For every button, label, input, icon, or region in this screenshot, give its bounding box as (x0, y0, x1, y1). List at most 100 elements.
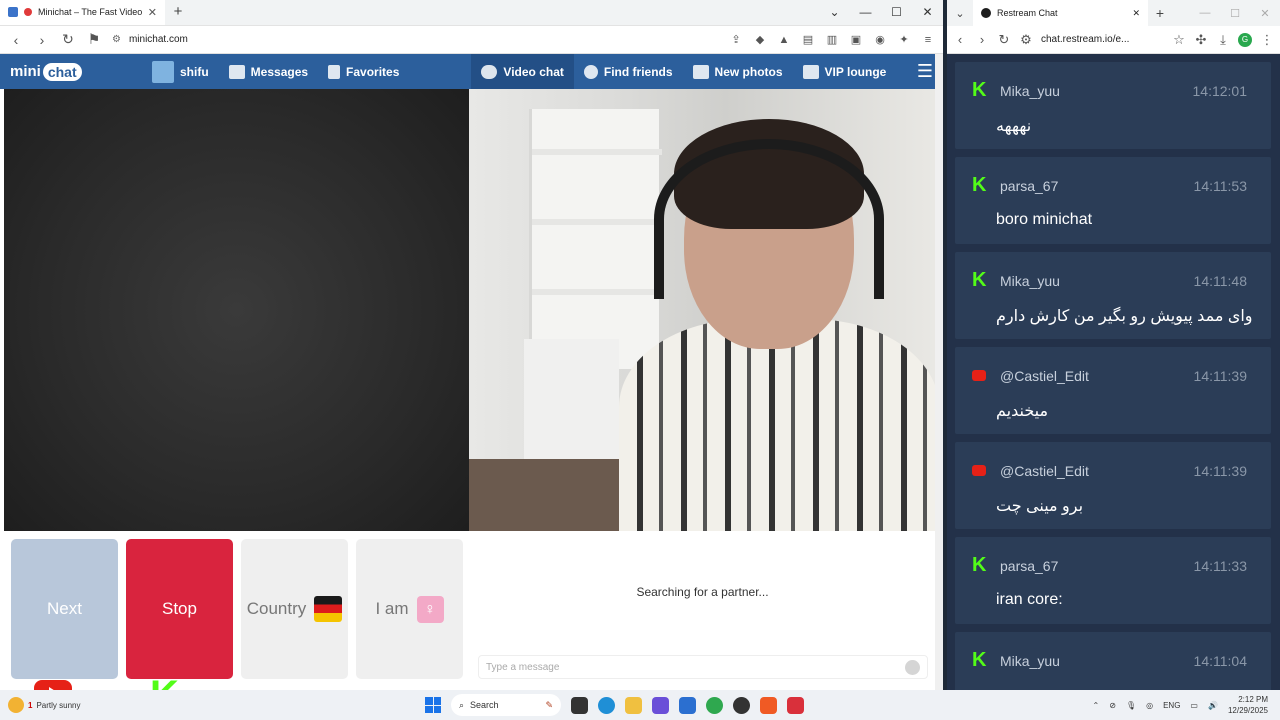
share-icon[interactable]: ⇪ (729, 33, 743, 46)
star-icon[interactable]: ☆ (1172, 32, 1186, 48)
gender-selector[interactable]: I am ♀ (356, 539, 463, 679)
logo-text-chat: chat (42, 62, 82, 81)
bookmark-icon[interactable]: ⚑ (86, 31, 102, 48)
brave-icon[interactable] (760, 696, 777, 714)
forward-icon[interactable]: › (34, 32, 50, 48)
site-settings-icon[interactable]: ⚙ (112, 34, 121, 45)
rug (469, 459, 619, 531)
microphone-icon[interactable]: 🎙 (1126, 701, 1136, 710)
nav-vip-lounge[interactable]: VIP lounge (793, 54, 897, 89)
clock-date: 12/29/2025 (1227, 706, 1268, 715)
taskbar-search[interactable]: ⌕ Search ✎ (451, 694, 561, 716)
hamburger-menu-icon[interactable]: ☰ (917, 62, 933, 80)
username-label: shifu (180, 64, 209, 79)
close-window-icon[interactable]: ✕ (912, 0, 943, 25)
leo-ai-icon[interactable]: ✦ (897, 33, 911, 46)
close-tab-icon[interactable]: ✕ (148, 6, 157, 19)
emoji-icon[interactable] (905, 659, 920, 675)
obs-icon[interactable] (733, 696, 750, 714)
next-button[interactable]: Next (11, 539, 118, 679)
new-tab-button[interactable]: + (165, 0, 191, 25)
store-icon[interactable] (679, 696, 696, 714)
kick-logo-icon: K (972, 79, 987, 101)
display-icon[interactable]: ▭ (1190, 701, 1198, 710)
vpn-icon[interactable]: ◉ (873, 33, 887, 46)
location-icon[interactable]: ◎ (1146, 701, 1153, 710)
reload-icon[interactable]: ↻ (997, 32, 1011, 48)
left-tab-bar: Minichat – The Fast Video Ch ✕ + ⌄ — ☐ ✕ (0, 0, 943, 26)
minimize-icon[interactable]: — (1190, 7, 1220, 19)
maximize-icon[interactable]: ☐ (881, 0, 912, 25)
tab-list-icon[interactable]: ⌄ (947, 7, 973, 20)
network-off-icon[interactable]: ⊘ (1109, 701, 1116, 710)
copilot-icon[interactable] (652, 696, 669, 714)
maximize-icon[interactable]: ☐ (1220, 7, 1250, 20)
tray-chevron-icon[interactable]: ⌃ (1093, 701, 1100, 710)
kebab-menu-icon[interactable]: ⋮ (1260, 32, 1274, 48)
wallet-icon[interactable]: ▣ (849, 33, 863, 46)
clock-time: 2:12 PM (1238, 695, 1268, 704)
tab-title: Restream Chat (997, 8, 1058, 18)
nav-find-friends[interactable]: Find friends (574, 54, 683, 89)
nav-find-friends-label: Find friends (603, 64, 673, 79)
back-icon[interactable]: ‹ (8, 32, 24, 48)
profile-avatar[interactable]: G (1238, 32, 1252, 47)
language-indicator[interactable]: ENG (1163, 701, 1180, 710)
url-text[interactable]: chat.restream.io/e... (1041, 34, 1164, 45)
nav-video-chat[interactable]: Video chat (471, 54, 574, 89)
pdf-icon[interactable] (787, 696, 804, 714)
windows-start-icon[interactable] (425, 697, 441, 713)
url-field[interactable]: ⚙ minichat.com (112, 34, 719, 45)
chat-username: Mika_yuu (1000, 653, 1060, 669)
download-icon[interactable]: ⤓ (1216, 32, 1230, 48)
page-scrollbar[interactable] (935, 54, 943, 690)
chat-message-list: K Mika_yuu 14:12:01 نهههه Kparsa_67 14:11:53 b… (955, 62, 1271, 720)
close-tab-icon[interactable]: ✕ (1132, 8, 1140, 19)
minichat-logo[interactable]: mini chat (0, 62, 82, 81)
rewards-icon[interactable]: ▲ (777, 34, 791, 46)
extensions-icon[interactable]: ✣ (1194, 32, 1208, 48)
tab-favicon-icon (8, 7, 18, 17)
chat-text: میخندیم (996, 403, 1049, 420)
brave-shield-icon[interactable]: ◆ (753, 33, 767, 46)
site-settings-icon[interactable]: ⚙ (1019, 32, 1033, 48)
window-controls: ⌄ — ☐ ✕ (819, 0, 943, 25)
forward-icon[interactable]: › (975, 32, 989, 47)
nav-new-photos[interactable]: New photos (683, 54, 793, 89)
weather-widget[interactable]: 1 Partly sunny (0, 697, 160, 713)
system-tray: ⌃ ⊘ 🎙 ◎ ENG ▭ 🔊 2:12 PM 12/29/2025 (1093, 690, 1268, 720)
tab-minichat[interactable]: Minichat – The Fast Video Ch ✕ (0, 0, 165, 25)
bookshelf (529, 109, 662, 369)
chrome-icon[interactable] (706, 696, 723, 714)
volume-icon[interactable]: 🔊 (1208, 701, 1218, 710)
close-window-icon[interactable]: ✕ (1250, 7, 1280, 20)
nav-messages[interactable]: Messages (219, 54, 318, 89)
chat-timestamp: 14:11:39 (1193, 463, 1247, 479)
reader-mode-icon[interactable]: ▤ (801, 33, 815, 46)
reload-icon[interactable]: ↻ (60, 31, 76, 48)
kick-logo-icon: K (972, 174, 987, 196)
chevron-down-icon[interactable]: ⌄ (819, 0, 850, 25)
tab-restream-chat[interactable]: Restream Chat ✕ (973, 0, 1148, 26)
chat-text: برو مینی چت (996, 498, 1084, 515)
nav-user-profile[interactable]: shifu (142, 54, 219, 89)
restream-favicon-icon (981, 8, 991, 18)
menu-icon[interactable]: ≡ (921, 34, 935, 46)
message-placeholder: Type a message (486, 661, 560, 673)
i-am-label: I am (375, 599, 409, 618)
kick-logo-icon: K (972, 649, 987, 671)
task-view-icon[interactable] (571, 696, 588, 714)
stop-button[interactable]: Stop (126, 539, 233, 679)
new-tab-button[interactable]: + (1148, 5, 1172, 21)
chat-text: boro minichat (996, 211, 1093, 228)
back-icon[interactable]: ‹ (953, 32, 967, 47)
file-explorer-icon[interactable] (625, 696, 642, 714)
message-input[interactable]: Type a message (478, 655, 928, 679)
minichat-browser-window: Minichat – The Fast Video Ch ✕ + ⌄ — ☐ ✕… (0, 0, 943, 690)
minimize-icon[interactable]: — (850, 0, 881, 25)
sidebar-icon[interactable]: ▥ (825, 33, 839, 46)
edge-icon[interactable] (598, 696, 615, 714)
nav-favorites[interactable]: Favorites (318, 54, 409, 89)
clock[interactable]: 2:12 PM 12/29/2025 (1228, 694, 1268, 716)
country-selector[interactable]: Country (241, 539, 348, 679)
